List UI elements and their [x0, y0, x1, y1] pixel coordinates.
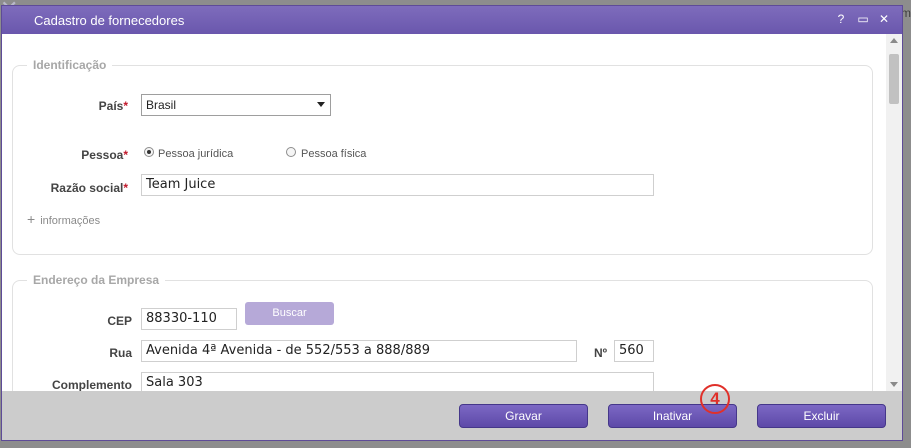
radio-pessoa-fisica[interactable]: [286, 147, 296, 157]
scroll-down-icon[interactable]: [890, 382, 898, 387]
step-annotation-badge: 4: [700, 384, 730, 414]
scroll-up-icon[interactable]: [890, 38, 898, 43]
maximize-icon[interactable]: ▭: [855, 11, 871, 27]
razao-social-input[interactable]: Team Juice: [141, 174, 654, 196]
complemento-label: Complemento: [51, 378, 132, 391]
dialog-footer: Gravar Inativar Excluir: [2, 391, 902, 440]
dialog-content: Identificação País* Brasil Pessoa* Pesso…: [2, 34, 886, 391]
rua-input[interactable]: Avenida 4ª Avenida - de 552/553 a 888/88…: [141, 340, 577, 362]
excluir-button[interactable]: Excluir: [757, 404, 886, 428]
numero-label: Nº: [593, 346, 607, 360]
pessoa-fisica-label[interactable]: Pessoa física: [301, 148, 366, 160]
plus-icon: +: [27, 211, 36, 227]
gravar-button[interactable]: Gravar: [459, 404, 588, 428]
scroll-thumb[interactable]: [889, 54, 899, 104]
more-info-toggle[interactable]: + informações: [27, 211, 100, 227]
pais-select[interactable]: Brasil: [141, 94, 331, 116]
radio-pessoa-juridica[interactable]: [144, 147, 154, 157]
dialog-title: Cadastro de fornecedores: [34, 13, 185, 28]
supplier-dialog: Cadastro de fornecedores ? ▭ ✕ Identific…: [1, 5, 903, 441]
pessoa-juridica-label[interactable]: Pessoa jurídica: [158, 148, 233, 160]
razao-social-label: Razão social*: [50, 181, 128, 195]
endereco-legend: Endereço da Empresa: [27, 273, 166, 287]
pessoa-label: Pessoa*: [81, 148, 128, 162]
buscar-button[interactable]: Buscar: [245, 302, 334, 325]
cep-input[interactable]: 88330-110: [141, 308, 237, 330]
chevron-down-icon: [317, 102, 325, 107]
pais-value: Brasil: [146, 98, 177, 112]
help-icon[interactable]: ?: [833, 11, 849, 27]
pais-label: País*: [98, 99, 128, 113]
cep-label: CEP: [107, 314, 132, 328]
dialog-titlebar[interactable]: Cadastro de fornecedores ? ▭ ✕: [2, 6, 902, 34]
vertical-scrollbar[interactable]: [886, 34, 902, 391]
identificacao-legend: Identificação: [27, 58, 113, 72]
more-info-label: informações: [40, 215, 101, 227]
rua-label: Rua: [109, 346, 132, 360]
numero-input[interactable]: 560: [614, 340, 654, 362]
close-icon[interactable]: ✕: [876, 11, 892, 27]
complemento-input[interactable]: Sala 303: [141, 372, 654, 391]
